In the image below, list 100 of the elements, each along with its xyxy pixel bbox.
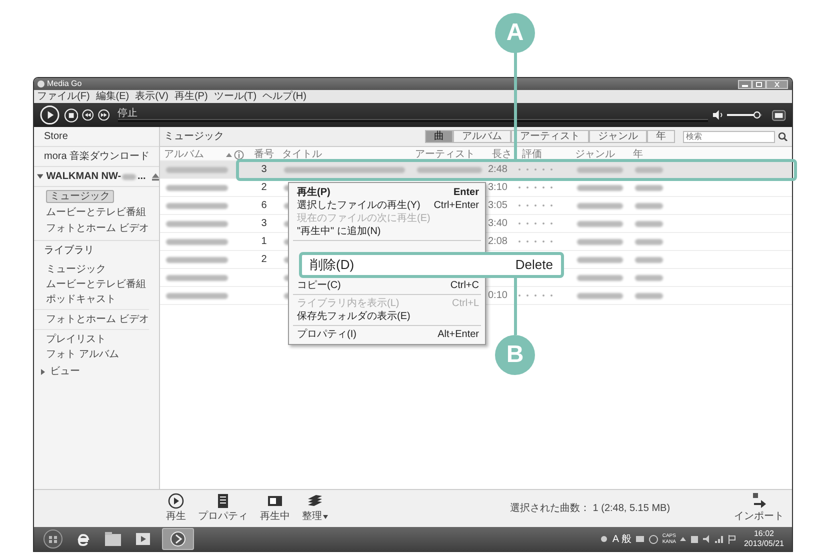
blurred-block: [635, 274, 663, 280]
folder-icon[interactable]: [102, 530, 124, 548]
active-app-button[interactable]: [162, 528, 194, 550]
menu-item[interactable]: 保存先フォルダの表示(E): [289, 310, 485, 323]
device-name[interactable]: WALKMAN NW-: [46, 166, 122, 186]
slider-thumb[interactable]: [753, 111, 762, 119]
caret-right-icon[interactable]: [40, 368, 46, 374]
previous-icon[interactable]: [82, 109, 94, 121]
sidebar-item[interactable]: mora 音楽ダウンロード: [44, 151, 150, 162]
ime-indicator[interactable]: A 般: [612, 532, 632, 546]
menu-item[interactable]: ツール(T): [214, 90, 257, 103]
toolbar-button[interactable]: 再生: [166, 493, 186, 524]
blurred-block: [635, 184, 663, 190]
tray-icon[interactable]: [635, 535, 646, 543]
rating-dots-icon[interactable]: [518, 294, 554, 297]
caret-down-icon[interactable]: [37, 173, 44, 180]
column-header[interactable]: 評価: [522, 149, 542, 160]
stack-icon: [307, 493, 323, 509]
menu-item[interactable]: 選択したファイルの再生(Y) Ctrl+Enter: [289, 199, 485, 212]
view-tab[interactable]: アーティスト: [511, 130, 589, 143]
stop-icon[interactable]: [64, 108, 78, 122]
shortcut-label: Delete: [515, 256, 553, 274]
toolbar-button[interactable]: プロパティ: [198, 493, 248, 524]
view-tab[interactable]: 年: [647, 130, 675, 143]
menu-item[interactable]: コピー(C) Ctrl+C: [289, 279, 485, 292]
clock-date[interactable]: 2013/05/21: [744, 539, 784, 549]
start-orb-icon[interactable]: [42, 528, 64, 550]
sidebar-item[interactable]: フォトとホーム ビデオ: [46, 223, 149, 234]
info-icon[interactable]: [234, 150, 244, 160]
sort-icon[interactable]: [226, 152, 232, 156]
volume-icon[interactable]: [712, 110, 724, 120]
caret-up-icon[interactable]: [680, 537, 686, 541]
track-number: 6: [261, 200, 267, 211]
maximize-icon[interactable]: [752, 80, 766, 88]
blurred-block: [417, 166, 482, 172]
sidebar-item[interactable]: ミュージック: [46, 264, 106, 275]
search-field[interactable]: 検索: [683, 130, 775, 142]
mini-player-icon[interactable]: [772, 110, 786, 120]
toolbar-button[interactable]: 再生中: [260, 493, 290, 524]
tray-icon[interactable]: [600, 535, 608, 543]
rating-dots-icon[interactable]: [518, 186, 554, 189]
menu-item[interactable]: 編集(E): [96, 90, 130, 103]
menu-item[interactable]: ヘルプ(H): [262, 90, 306, 103]
column-header[interactable]: タイトル: [282, 149, 322, 160]
sidebar-item[interactable]: ミュージック: [46, 190, 114, 203]
device-name-ellipsis: ...: [137, 170, 146, 184]
menu-item[interactable]: 再生(P) Enter: [289, 186, 485, 199]
list-icon: [215, 493, 231, 509]
menu-item-label: 削除(D): [310, 256, 354, 274]
sidebar-item[interactable]: ポッドキャスト: [46, 294, 116, 305]
sidebar-item[interactable]: フォトとホーム ビデオ: [46, 314, 149, 325]
toolbar-button[interactable]: 整理: [302, 493, 328, 524]
rating-dots-icon[interactable]: [518, 168, 554, 171]
eject-icon[interactable]: [152, 172, 159, 180]
play-icon: [168, 493, 184, 509]
minimize-icon[interactable]: [738, 80, 752, 88]
blurred-block: [166, 220, 228, 226]
menu-item[interactable]: ファイル(F): [37, 90, 90, 103]
track-length: 3:05: [488, 200, 508, 211]
import-button[interactable]: インポート: [734, 493, 784, 524]
rating-dots-icon[interactable]: [518, 222, 554, 225]
column-header[interactable]: アルバム: [164, 147, 204, 162]
blurred-block: [635, 166, 663, 172]
menu-item[interactable]: プロパティ(I) Alt+Enter: [289, 328, 485, 341]
search-icon[interactable]: [778, 132, 788, 141]
play-icon[interactable]: [40, 105, 60, 125]
menu-item[interactable]: 表示(V): [135, 90, 168, 103]
column-header[interactable]: ジャンル: [575, 149, 615, 160]
sidebar-item[interactable]: Store: [44, 131, 68, 142]
blurred-block: [166, 292, 228, 298]
rating-dots-icon[interactable]: [518, 240, 554, 243]
signal-icon[interactable]: [714, 535, 724, 543]
speaker-icon[interactable]: [702, 535, 711, 543]
blurred-block: [635, 292, 663, 298]
help-icon[interactable]: [649, 534, 658, 544]
sidebar-item[interactable]: ムービーとテレビ番組: [46, 207, 146, 218]
app-icon: [37, 80, 45, 88]
sidebar-item[interactable]: プレイリスト: [46, 334, 106, 345]
clock-time[interactable]: 16:02: [754, 529, 774, 539]
sidebar-item[interactable]: ムービーとテレビ番組: [46, 279, 146, 290]
next-icon[interactable]: [98, 109, 110, 121]
view-tab[interactable]: ジャンル: [589, 130, 647, 143]
app-icon: [170, 531, 186, 547]
sidebar-heading[interactable]: ライブラリ: [44, 245, 94, 256]
rating-dots-icon[interactable]: [518, 204, 554, 207]
sidebar-item[interactable]: フォト アルバム: [46, 349, 119, 360]
flag-icon[interactable]: [728, 534, 736, 544]
track-number: 3: [261, 164, 267, 175]
column-header[interactable]: 長さ: [492, 149, 512, 160]
view-tab[interactable]: アルバム: [453, 130, 511, 143]
track-number: 3: [261, 218, 267, 229]
column-header[interactable]: 年: [633, 149, 643, 160]
view-tab[interactable]: 曲: [425, 130, 453, 143]
network-icon[interactable]: [690, 534, 699, 544]
column-header[interactable]: アーティスト: [415, 149, 475, 160]
sidebar-item[interactable]: ビュー: [50, 364, 80, 379]
track-row[interactable]: 3 2:48: [160, 161, 792, 179]
menu-item[interactable]: 再生(P): [174, 90, 208, 103]
column-header[interactable]: 番号: [254, 149, 274, 160]
close-icon[interactable]: [766, 80, 788, 88]
